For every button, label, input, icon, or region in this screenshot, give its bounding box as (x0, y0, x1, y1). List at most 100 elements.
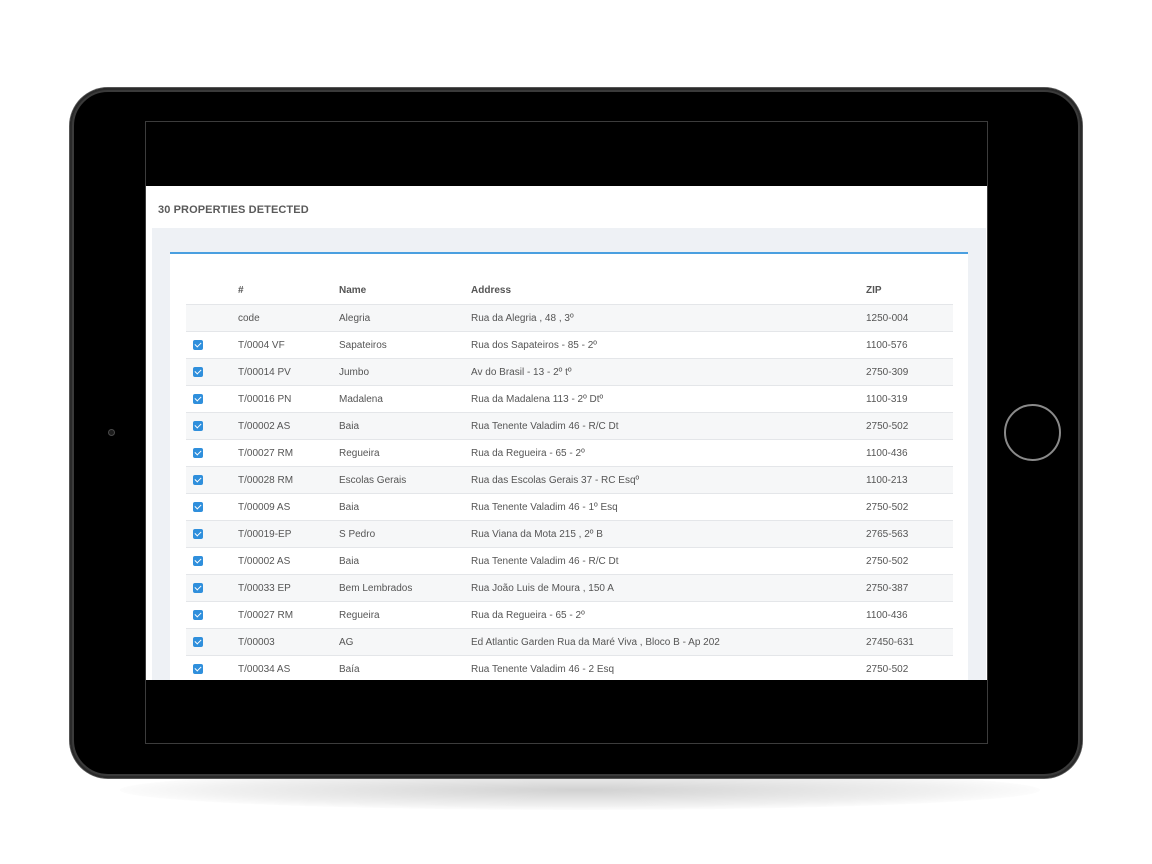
cell-address: Rua da Regueira - 65 - 2º (471, 447, 585, 459)
cell-zip: 2750-502 (866, 501, 909, 513)
cell-zip: 27450-631 (866, 636, 914, 648)
cell-address: Rua Tenente Valadim 46 - R/C Dt (471, 555, 619, 567)
cell-id: T/00034 AS (238, 663, 291, 675)
cell-address: Rua Tenente Valadim 46 - 1º Esq (471, 501, 618, 513)
cell-name: Sapateiros (339, 339, 387, 351)
table-row[interactable]: T/00028 RM Escolas Gerais Rua das Escolas … (186, 466, 953, 493)
row-checkbox[interactable] (193, 529, 203, 539)
row-checkbox[interactable] (193, 610, 203, 620)
row-checkbox[interactable] (193, 637, 203, 647)
cell-id: T/0004 VF (238, 339, 285, 351)
properties-table: # Name Address ZIP code Alegria Rua da Ale… (186, 276, 953, 680)
table-row[interactable]: T/00033 EP Bem Lembrados Rua João Luis de … (186, 574, 953, 601)
cell-zip: 1250-004 (866, 312, 909, 324)
cell-zip: 1100-436 (866, 447, 908, 459)
page-title: 30 PROPERTIES DETECTED (158, 204, 309, 216)
cell-name: Alegria (339, 312, 371, 324)
table-row[interactable]: T/00002 AS Baia Rua Tenente Valadim 46 - R… (186, 547, 953, 574)
cell-address: Rua João Luis de Moura , 150 A (471, 582, 614, 594)
row-checkbox[interactable] (193, 367, 203, 377)
cell-zip: 1100-319 (866, 393, 908, 405)
table-row[interactable]: T/00027 RM Regueira Rua da Regueira - 65 -… (186, 601, 953, 628)
row-checkbox[interactable] (193, 556, 203, 566)
row-checkbox[interactable] (193, 394, 203, 404)
properties-app: 30 PROPERTIES DETECTED # Name Address ZI… (146, 186, 987, 680)
cell-name: Regueira (339, 447, 380, 459)
cell-id: T/00028 RM (238, 474, 294, 486)
table-row[interactable]: T/00003 AG Ed Atlantic Garden Rua da Maré … (186, 628, 953, 655)
row-checkbox[interactable] (193, 502, 203, 512)
row-select-cell (186, 475, 238, 485)
row-select-cell (186, 529, 238, 539)
cell-id: T/00003 (238, 636, 275, 648)
cell-name: Baia (339, 555, 360, 567)
table-header: # Name Address ZIP (186, 276, 953, 304)
row-checkbox[interactable] (193, 475, 203, 485)
table-row[interactable]: T/00019-EP S Pedro Rua Viana da Mota 215 ,… (186, 520, 953, 547)
cell-zip: 2750-502 (866, 555, 909, 567)
table-row[interactable]: T/00034 AS Baía Rua Tenente Valadim 46 - 2… (186, 655, 953, 680)
cell-name: S Pedro (339, 528, 376, 540)
row-select-cell (186, 637, 238, 647)
row-select-cell (186, 610, 238, 620)
home-button[interactable] (1004, 404, 1061, 461)
cell-id: T/00002 AS (238, 555, 291, 567)
row-select-cell (186, 502, 238, 512)
camera-icon (108, 429, 115, 436)
row-select-cell (186, 664, 238, 674)
table-row[interactable]: T/00009 AS Baia Rua Tenente Valadim 46 - 1… (186, 493, 953, 520)
cell-address: Rua Tenente Valadim 46 - 2 Esq (471, 663, 615, 675)
cell-address: Rua da Madalena 113 - 2º Dtº (471, 393, 604, 405)
column-header-name[interactable]: Name (339, 285, 471, 296)
row-select-cell (186, 556, 238, 566)
row-select-cell (186, 394, 238, 404)
tablet-screen: 30 PROPERTIES DETECTED # Name Address ZI… (145, 121, 988, 744)
column-header-zip[interactable]: ZIP (866, 285, 953, 296)
cell-zip: 2750-309 (866, 366, 909, 378)
cell-name: Madalena (339, 393, 383, 405)
cell-name: Baía (339, 663, 360, 675)
table-row[interactable]: T/00014 PV Jumbo Av do Brasil - 13 - 2º tº… (186, 358, 953, 385)
row-checkbox[interactable] (193, 421, 203, 431)
cell-name: Escolas Gerais (339, 474, 407, 486)
cell-id: T/00019-EP (238, 528, 292, 540)
cell-zip: 1100-436 (866, 609, 908, 621)
cell-name: AG (339, 636, 354, 648)
row-select-cell (186, 448, 238, 458)
table-row[interactable]: T/00027 RM Regueira Rua da Regueira - 65 -… (186, 439, 953, 466)
cell-id: T/00027 RM (238, 447, 294, 459)
table-row[interactable]: code Alegria Rua da Alegria , 48 , 3º 1250-… (186, 304, 953, 331)
cell-id: T/00016 PN (238, 393, 292, 405)
cell-name: Baia (339, 420, 360, 432)
cell-id: T/00027 RM (238, 609, 294, 621)
cell-id: T/00033 EP (238, 582, 291, 594)
row-checkbox[interactable] (193, 340, 203, 350)
cell-id: T/00014 PV (238, 366, 291, 378)
cell-zip: 1100-213 (866, 474, 908, 486)
table-row[interactable]: T/00002 AS Baia Rua Tenente Valadim 46 - R… (186, 412, 953, 439)
cell-zip: 1100-576 (866, 339, 908, 351)
row-select-cell (186, 583, 238, 593)
cell-id: T/00009 AS (238, 501, 291, 513)
cell-address: Ed Atlantic Garden Rua da Maré Viva , Bl… (471, 636, 720, 648)
row-checkbox[interactable] (193, 664, 203, 674)
table-row[interactable]: T/0004 VF Sapateiros Rua dos Sapateiros - … (186, 331, 953, 358)
row-checkbox[interactable] (193, 448, 203, 458)
cell-address: Rua da Alegria , 48 , 3º (471, 312, 574, 324)
cell-zip: 2750-502 (866, 420, 909, 432)
table-body: code Alegria Rua da Alegria , 48 , 3º 1250-… (186, 304, 953, 680)
column-header-address[interactable]: Address (471, 285, 866, 296)
table-row[interactable]: T/00016 PN Madalena Rua da Madalena 113 - … (186, 385, 953, 412)
cell-zip: 2750-502 (866, 663, 909, 675)
row-checkbox[interactable] (193, 583, 203, 593)
cell-zip: 2765-563 (866, 528, 909, 540)
column-header-id[interactable]: # (238, 285, 339, 296)
cell-zip: 2750-387 (866, 582, 909, 594)
cell-address: Rua da Regueira - 65 - 2º (471, 609, 585, 621)
cell-address: Rua Tenente Valadim 46 - R/C Dt (471, 420, 619, 432)
properties-panel: # Name Address ZIP code Alegria Rua da Ale… (170, 252, 968, 680)
row-select-cell (186, 340, 238, 350)
cell-name: Regueira (339, 609, 380, 621)
cell-name: Baia (339, 501, 360, 513)
cell-address: Rua dos Sapateiros - 85 - 2º (471, 339, 597, 351)
